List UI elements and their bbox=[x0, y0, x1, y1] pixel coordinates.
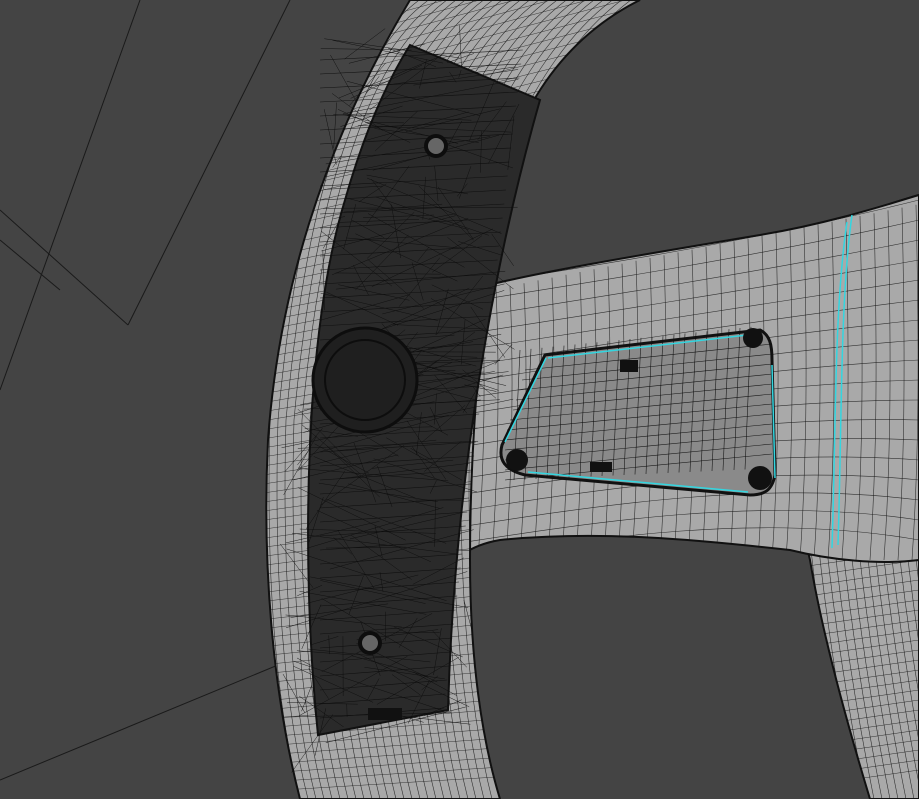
panel-tab bbox=[368, 708, 402, 720]
screw-hole-bottom bbox=[358, 631, 382, 655]
screw-hole-top bbox=[424, 134, 448, 158]
wireframe-scene[interactable] bbox=[0, 0, 919, 799]
recess-corner-dot bbox=[743, 328, 763, 348]
recess-corner-dot bbox=[506, 449, 528, 471]
3d-viewport[interactable] bbox=[0, 0, 919, 799]
rim-button-circle[interactable] bbox=[311, 326, 419, 434]
background-guide-lines bbox=[0, 0, 291, 781]
selected-recess[interactable] bbox=[499, 326, 777, 497]
recess-corner-dot bbox=[748, 466, 772, 490]
